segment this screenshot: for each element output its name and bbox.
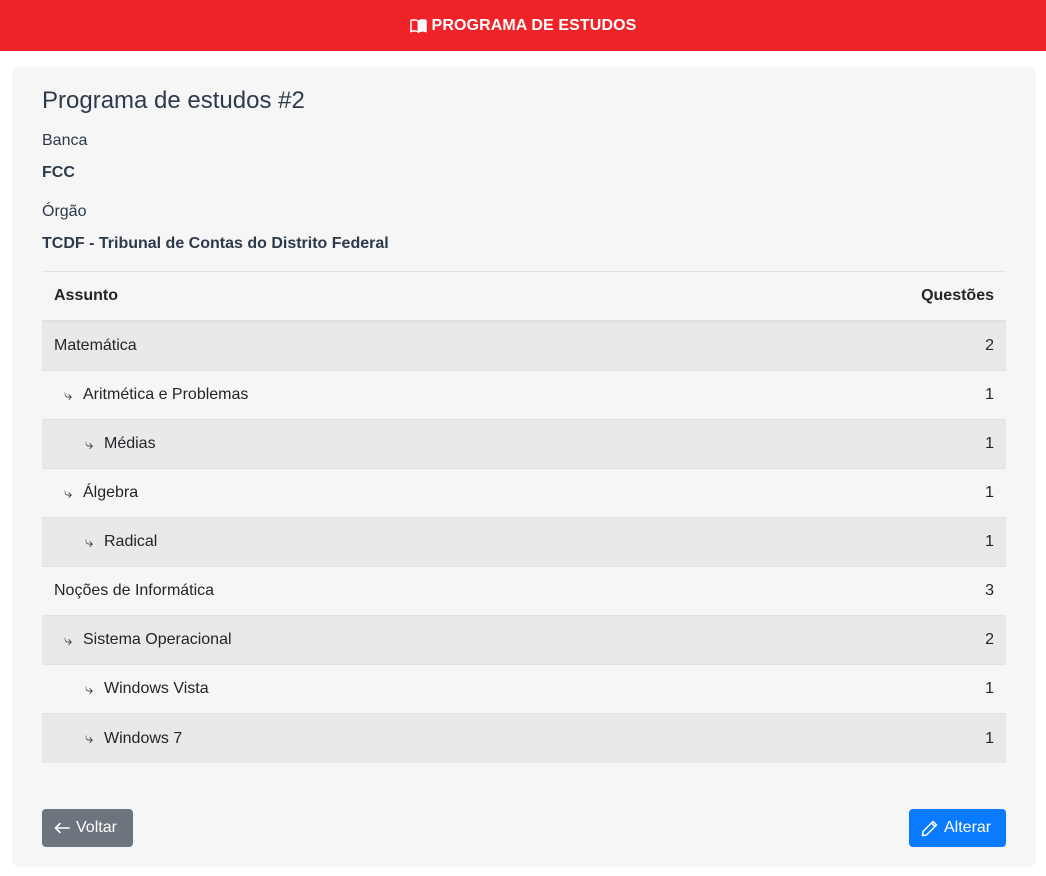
table-row: ⤷ Aritmética e Problemas 1 — [42, 371, 1006, 420]
subject-label: Windows Vista — [104, 680, 209, 697]
arrow-left-icon — [54, 822, 70, 834]
child-arrow-icon: ⤷ — [64, 484, 73, 502]
subject-cell: ⤷ Aritmética e Problemas — [64, 386, 248, 404]
edit-button[interactable]: Alterar — [909, 809, 1006, 847]
subjects-table: Assunto Questões Matemática 2 ⤷ Aritmétic… — [42, 271, 1006, 763]
program-card: Programa de estudos #2 Banca FCC Órgão T… — [12, 67, 1036, 867]
subject-cell: ⤷ Radical — [85, 533, 157, 551]
child-arrow-icon: ⤷ — [64, 386, 73, 404]
subject-label: Álgebra — [83, 484, 139, 501]
subject-cell: Noções de Informática — [54, 582, 214, 600]
table-row: ⤷ Sistema Operacional 2 — [42, 616, 1006, 665]
back-button-label: Voltar — [76, 819, 117, 836]
table-row: ⤷ Windows Vista 1 — [42, 665, 1006, 714]
questions-count: 1 — [985, 435, 994, 452]
navbar-title[interactable]: PROGRAMA DE ESTUDOS — [432, 17, 637, 35]
subject-cell: ⤷ Windows Vista — [85, 680, 209, 698]
table-row: ⤷ Álgebra 1 — [42, 469, 1006, 518]
orgao-label: Órgão — [42, 203, 87, 220]
questions-count: 1 — [985, 484, 994, 501]
subject-label: Aritmética e Problemas — [83, 386, 249, 403]
banca-value: FCC — [42, 164, 75, 181]
subject-label: Matemática — [54, 337, 137, 354]
pencil-icon — [921, 820, 938, 836]
page-title: Programa de estudos #2 — [42, 87, 305, 114]
child-arrow-icon: ⤷ — [64, 631, 73, 649]
child-arrow-icon: ⤷ — [85, 680, 94, 698]
table-row: ⤷ Radical 1 — [42, 518, 1006, 567]
questions-count: 2 — [985, 631, 994, 648]
questions-count: 1 — [985, 729, 994, 747]
child-arrow-icon: ⤷ — [85, 435, 94, 453]
table-row: Noções de Informática 3 — [42, 567, 1006, 616]
questions-count: 1 — [985, 533, 994, 550]
subject-label: Médias — [104, 435, 156, 452]
subject-label: Windows 7 — [104, 729, 183, 747]
questions-count: 3 — [985, 582, 994, 599]
edit-button-label: Alterar — [944, 819, 992, 836]
subject-cell: ⤷ Médias — [85, 435, 156, 453]
subject-cell: ⤷ Sistema Operacional — [64, 631, 232, 649]
subject-cell: ⤷ Windows 7 — [85, 730, 182, 748]
subject-cell: Matemática — [54, 337, 137, 355]
back-button[interactable]: Voltar — [42, 809, 133, 847]
questions-count: 1 — [985, 680, 994, 697]
subject-label: Radical — [104, 533, 158, 550]
banca-label: Banca — [42, 132, 88, 149]
questions-count: 2 — [985, 337, 994, 354]
orgao-value: TCDF - Tribunal de Contas do Distrito Fe… — [42, 235, 389, 252]
questions-count: 1 — [985, 386, 994, 403]
column-header-questions: Questões — [921, 287, 994, 304]
subject-label: Sistema Operacional — [83, 631, 232, 648]
table-row: Matemática 2 — [42, 322, 1006, 371]
subject-cell: ⤷ Álgebra — [64, 484, 138, 502]
column-header-subject: Assunto — [54, 287, 118, 304]
table-row: ⤷ Médias 1 — [42, 420, 1006, 469]
table-header: Assunto Questões — [42, 272, 1006, 322]
child-arrow-icon: ⤷ — [85, 533, 94, 551]
subject-label: Noções de Informática — [54, 582, 215, 599]
table-row: ⤷ Windows 7 1 — [42, 714, 1006, 763]
book-icon — [409, 18, 427, 33]
child-arrow-icon: ⤷ — [85, 730, 94, 747]
top-navbar: PROGRAMA DE ESTUDOS — [0, 0, 1046, 51]
